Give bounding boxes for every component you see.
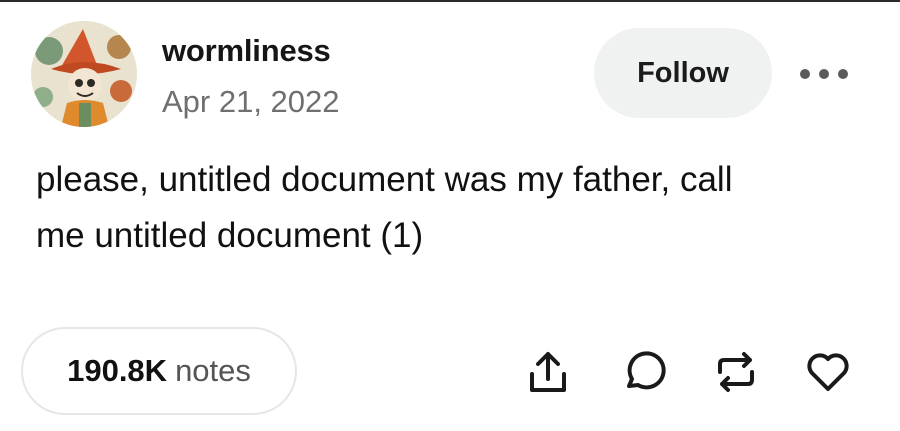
share-icon [530, 352, 566, 392]
heart-icon [807, 353, 849, 391]
post-body-line: please, untitled document was my father,… [36, 160, 733, 199]
notes-button[interactable]: 190.8K notes [21, 327, 297, 415]
share-button[interactable] [524, 348, 572, 396]
reblog-button[interactable] [712, 348, 760, 396]
avatar-image [31, 21, 137, 127]
avatar[interactable] [31, 21, 137, 127]
follow-button[interactable]: Follow [594, 28, 772, 118]
username[interactable]: wormliness [162, 33, 331, 69]
post-body: please, untitled document was my father,… [36, 152, 876, 264]
notes-label: notes [175, 353, 251, 388]
more-options-button[interactable] [792, 56, 856, 92]
post-body-line: me untitled document (1) [36, 216, 424, 255]
more-dots-icon [800, 69, 848, 79]
top-divider [0, 0, 900, 2]
reply-icon [627, 351, 666, 390]
post-date[interactable]: Apr 21, 2022 [162, 84, 340, 120]
reblog-icon [718, 352, 754, 392]
reply-button[interactable] [619, 348, 667, 396]
like-button[interactable] [804, 348, 852, 396]
notes-count: 190.8K [67, 353, 168, 388]
